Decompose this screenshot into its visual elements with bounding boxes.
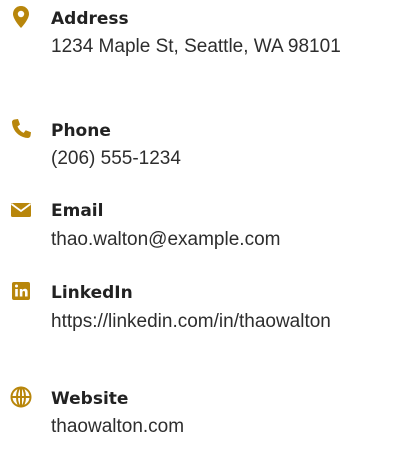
contact-value-phone: (206) 555-1234 — [51, 148, 181, 169]
envelope-icon — [8, 197, 34, 223]
contact-label-address: Address — [51, 9, 129, 29]
globe-icon — [8, 384, 34, 410]
contact-value-email[interactable]: thao.walton@example.com — [51, 226, 351, 254]
contact-label-linkedin: LinkedIn — [51, 283, 133, 303]
contact-list: Address 1234 Maple St, Seattle, WA 98101… — [0, 0, 401, 449]
contact-value-linkedin[interactable]: https://linkedin.com/in/thaowalton — [51, 308, 351, 336]
contact-value-address: 1234 Maple St, Seattle, WA 98101 — [51, 36, 341, 57]
contact-label-website: Website — [51, 389, 129, 409]
phone-icon — [8, 116, 34, 142]
contact-label-phone: Phone — [51, 121, 111, 141]
contact-value-website[interactable]: thaowalton.com — [51, 413, 351, 441]
location-pin-icon — [8, 4, 34, 30]
contact-label-email: Email — [51, 201, 104, 221]
linkedin-icon — [8, 278, 34, 304]
